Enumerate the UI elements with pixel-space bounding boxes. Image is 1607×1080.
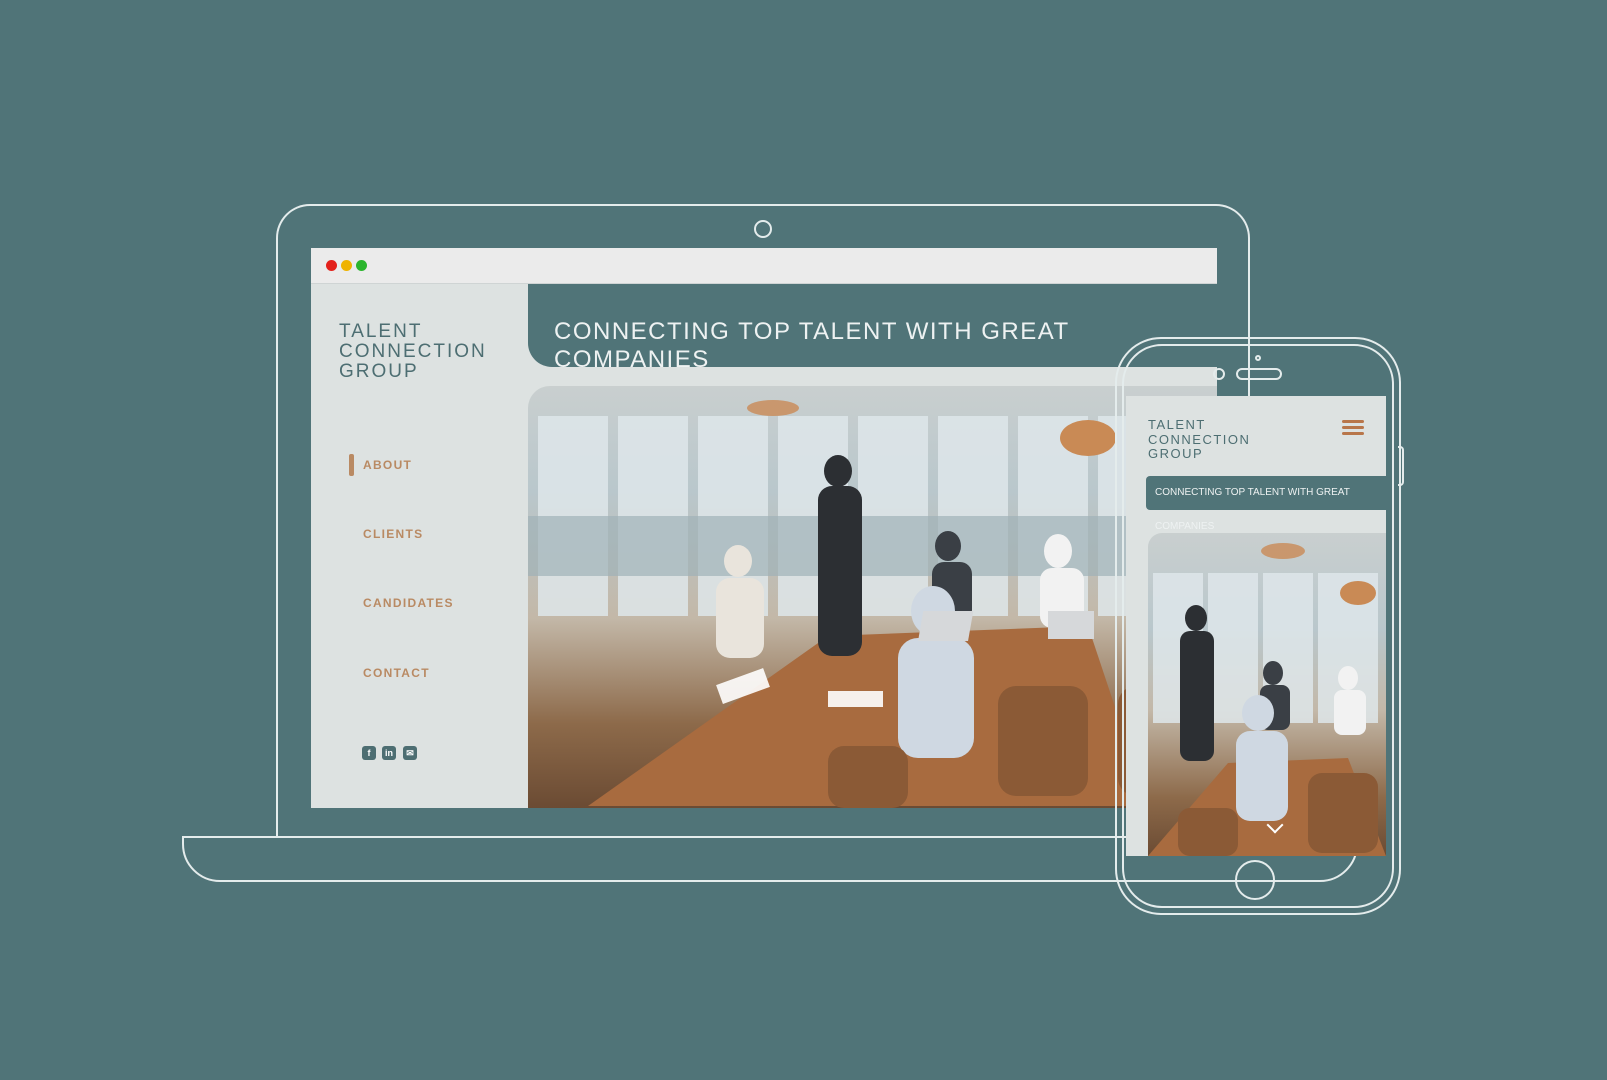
facebook-icon[interactable]: f — [362, 746, 376, 760]
nav-item-clients[interactable]: CLIENTS — [351, 522, 511, 546]
brand-logo[interactable]: TALENT CONNECTION GROUP — [339, 322, 519, 382]
close-dot-icon[interactable] — [326, 260, 337, 271]
maximize-dot-icon[interactable] — [356, 260, 367, 271]
phone-sensor — [1255, 355, 1261, 361]
linkedin-icon[interactable]: in — [382, 746, 396, 760]
mobile-meeting-photo-illustration — [1148, 543, 1386, 856]
phone-speaker — [1236, 368, 1282, 380]
minimize-dot-icon[interactable] — [341, 260, 352, 271]
hero-photo — [528, 386, 1217, 808]
hamburger-icon[interactable] — [1342, 420, 1364, 436]
phone-camera — [1213, 368, 1225, 380]
mobile-hero-photo — [1148, 533, 1386, 856]
phone-home-button — [1235, 860, 1275, 900]
phone-side-button — [1398, 446, 1404, 486]
browser-titlebar — [311, 248, 1217, 284]
mobile-hero-banner: CONNECTING TOP TALENT WITH GREAT COMPANI… — [1146, 476, 1386, 532]
nav-item-candidates[interactable]: CANDIDATES — [351, 591, 511, 615]
email-icon[interactable]: ✉ — [403, 746, 417, 760]
meeting-photo-illustration — [528, 400, 1217, 808]
mobile-site: TALENT CONNECTION GROUP CONNECTING TOP T… — [1126, 396, 1386, 856]
nav-item-about[interactable]: ABOUT — [351, 453, 511, 477]
laptop-camera — [754, 220, 772, 238]
mobile-brand-logo[interactable]: TALENT CONNECTION GROUP — [1148, 417, 1250, 462]
desktop-site: TALENT CONNECTION GROUP ABOUT CLIENTS CA… — [311, 248, 1217, 808]
nav-item-contact[interactable]: CONTACT — [351, 661, 511, 685]
hero-banner: CONNECTING TOP TALENT WITH GREAT COMPANI… — [528, 284, 1217, 373]
